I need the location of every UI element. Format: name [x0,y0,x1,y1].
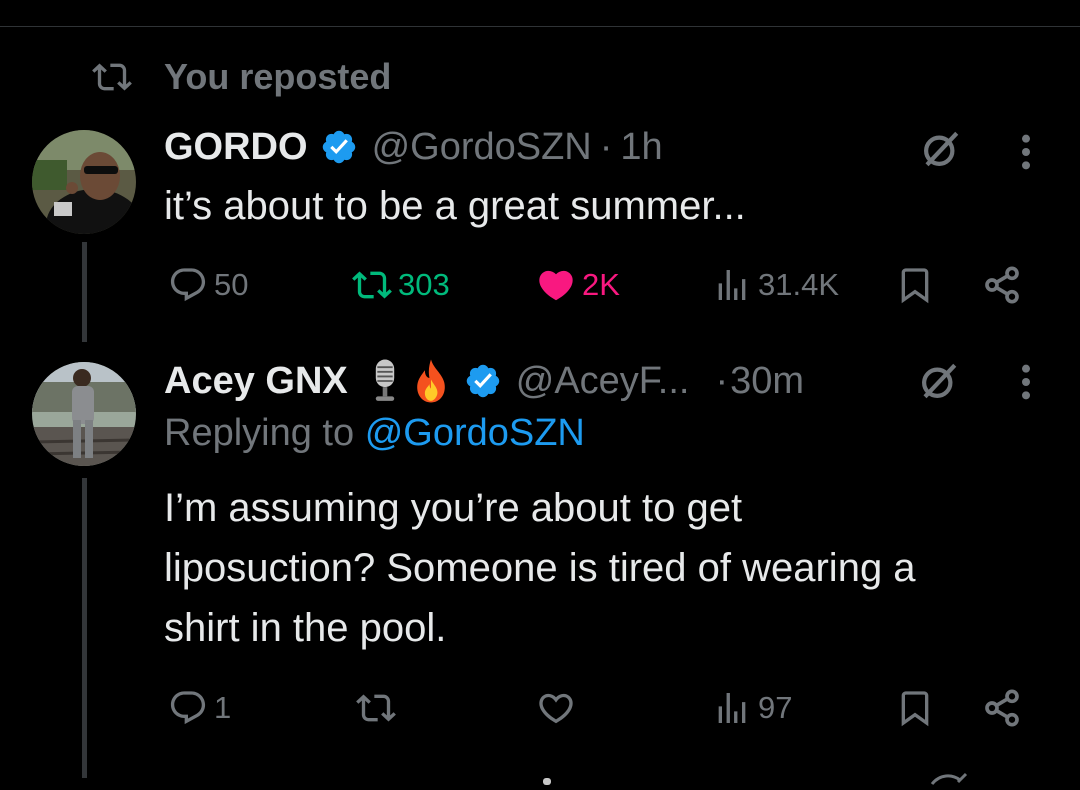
tweet-text-line: I’m assuming you’re about to get [164,486,743,530]
share-icon[interactable] [982,688,1022,728]
replying-prefix: Replying to [164,412,355,454]
top-divider [0,26,1080,27]
tweet-header: Acey GNX @AceyF... · 30m [164,354,804,408]
tweet-text-line: it’s about to be a great summer... [164,184,746,228]
separator-dot: · [599,125,613,168]
like-button[interactable]: 2K [536,263,620,307]
author-handle[interactable]: @AceyF... [516,360,690,403]
tweet-text: I’m assuming you’re about to get liposuc… [164,478,916,658]
next-tweet-emoji-partial [540,770,554,785]
author-name[interactable]: GORDO [164,126,308,169]
repost-context: You reposted [92,52,391,102]
repost-count: 303 [398,267,450,302]
view-count: 31.4K [758,267,840,302]
views-icon [718,693,746,723]
avatar-gordo[interactable] [32,130,136,234]
reply-count: 50 [214,267,249,302]
views-button[interactable]: 97 [712,686,792,730]
heart-outline-icon [539,693,573,724]
thread-line [82,242,87,342]
tweet-text-line: shirt in the pool. [164,606,447,650]
like-button[interactable] [536,686,582,730]
verified-badge-icon[interactable] [464,362,502,400]
views-icon [718,270,746,300]
reply-icon [170,691,206,725]
view-count: 97 [758,690,793,725]
fire-emoji-icon [416,359,445,403]
next-tweet-grok-icon-partial [928,770,968,786]
tweet-header: GORDO @GordoSZN · 1h [164,120,663,174]
more-options-icon[interactable] [1019,132,1033,172]
like-count: 2K [582,267,620,302]
author-handle[interactable]: @GordoSZN [372,126,592,169]
repost-button[interactable]: 303 [352,263,450,307]
repost-icon [92,63,132,91]
grok-icon[interactable] [920,128,962,170]
thread-line [82,478,87,778]
replying-mention-link[interactable]: @GordoSZN [365,412,585,454]
replying-to: Replying to @GordoSZN [164,412,585,455]
reply-count: 1 [214,690,232,725]
repost-button[interactable] [356,686,402,730]
heart-filled-icon [539,270,573,301]
tweet-text-line: liposuction? Someone is tired of wearing… [164,546,916,590]
views-button[interactable]: 31.4K [712,263,839,307]
tweet-text: it’s about to be a great summer... [164,176,746,236]
more-options-icon[interactable] [1019,362,1033,402]
grok-icon[interactable] [918,360,960,402]
reply-icon [170,268,206,302]
share-icon[interactable] [982,265,1022,305]
repost-icon [356,694,396,722]
separator-dot: · [715,359,729,402]
reply-button[interactable]: 1 [168,686,231,730]
verified-badge-icon[interactable] [320,128,358,166]
reply-button[interactable]: 50 [168,263,248,307]
timestamp[interactable]: 1h [620,126,662,169]
bookmark-icon[interactable] [895,688,935,728]
repost-label: You reposted [164,56,392,97]
timestamp[interactable]: 30m [730,360,804,403]
avatar-acey[interactable] [32,362,136,466]
author-name[interactable]: Acey GNX [164,360,348,403]
bookmark-icon[interactable] [895,265,935,305]
repost-icon [352,271,392,299]
microphone-emoji-icon [375,359,394,401]
